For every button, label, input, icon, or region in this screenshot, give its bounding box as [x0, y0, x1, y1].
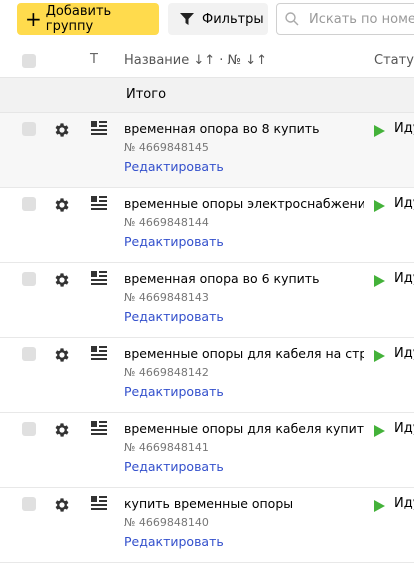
gear-icon[interactable]: [53, 496, 71, 514]
row-name: временная опора во 8 купить: [124, 121, 320, 136]
search-input[interactable]: Искать по номеру: [276, 3, 414, 35]
row-status: Иду: [394, 496, 414, 511]
play-status-icon: [374, 350, 385, 362]
row-name: временные опоры для кабеля на строй: [124, 346, 364, 361]
row-checkbox[interactable]: [22, 122, 36, 136]
list-icon[interactable]: [91, 121, 107, 135]
search-icon: [285, 12, 299, 26]
add-group-label: Добавить группу: [45, 4, 112, 34]
row-status: Иду: [394, 271, 414, 286]
toolbar: + Добавить группу Фильтры Искать по номе…: [0, 0, 414, 44]
total-row: Итого: [0, 78, 414, 113]
table-row: временные опоры для кабеля купить № 4669…: [0, 413, 414, 488]
select-all-checkbox[interactable]: [22, 54, 36, 68]
list-icon[interactable]: [91, 346, 107, 360]
row-checkbox[interactable]: [22, 497, 36, 511]
total-label: Итого: [126, 87, 167, 102]
gear-icon[interactable]: [53, 271, 71, 289]
table-row: временная опора во 6 купить № 4669848143…: [0, 263, 414, 338]
filters-label: Фильтры: [202, 11, 264, 27]
row-number: № 4669848140: [124, 516, 209, 529]
column-name-header[interactable]: Название ↓↑ · № ↓↑: [124, 53, 267, 68]
table-row: купить временные опоры № 4669848140 Реда…: [0, 488, 414, 563]
search-placeholder: Искать по номеру: [309, 11, 414, 27]
row-checkbox[interactable]: [22, 197, 36, 211]
row-number: № 4669848145: [124, 141, 209, 154]
play-status-icon: [374, 275, 385, 287]
gear-icon[interactable]: [53, 421, 71, 439]
filter-icon: [180, 13, 194, 25]
row-status: Иду: [394, 346, 414, 361]
play-status-icon: [374, 425, 385, 437]
table-row: временные опоры для кабеля на строй № 46…: [0, 338, 414, 413]
edit-link[interactable]: Редактировать: [124, 159, 224, 174]
edit-link[interactable]: Редактировать: [124, 234, 224, 249]
row-checkbox[interactable]: [22, 272, 36, 286]
edit-link[interactable]: Редактировать: [124, 534, 224, 549]
row-number: № 4669848142: [124, 366, 209, 379]
play-status-icon: [374, 200, 385, 212]
table-row: временные опоры электроснабжения № 46698…: [0, 188, 414, 263]
row-number: № 4669848141: [124, 441, 209, 454]
row-name: временная опора во 6 купить: [124, 271, 320, 286]
list-icon[interactable]: [91, 496, 107, 510]
edit-link[interactable]: Редактировать: [124, 459, 224, 474]
row-status: Иду: [394, 196, 414, 211]
column-status-header[interactable]: Статус: [374, 53, 414, 68]
edit-link[interactable]: Редактировать: [124, 384, 224, 399]
gear-icon[interactable]: [53, 196, 71, 214]
row-status: Иду: [394, 421, 414, 436]
edit-link[interactable]: Редактировать: [124, 309, 224, 324]
row-checkbox[interactable]: [22, 422, 36, 436]
table-row: временная опора во 8 купить № 4669848145…: [0, 113, 414, 188]
table-header: T Название ↓↑ · № ↓↑ Статус: [0, 44, 414, 78]
list-icon[interactable]: [91, 196, 107, 210]
gear-icon[interactable]: [53, 121, 71, 139]
filters-button[interactable]: Фильтры: [168, 3, 268, 35]
play-status-icon: [374, 125, 385, 137]
plus-icon: +: [25, 7, 42, 31]
row-checkbox[interactable]: [22, 347, 36, 361]
list-icon[interactable]: [91, 421, 107, 435]
play-status-icon: [374, 500, 385, 512]
row-status: Иду: [394, 121, 414, 136]
row-name: временные опоры для кабеля купить: [124, 421, 364, 436]
row-number: № 4669848144: [124, 216, 209, 229]
list-icon[interactable]: [91, 271, 107, 285]
column-type-header[interactable]: T: [90, 52, 98, 67]
row-name: временные опоры электроснабжения: [124, 196, 364, 211]
add-group-button[interactable]: + Добавить группу: [17, 3, 159, 35]
row-number: № 4669848143: [124, 291, 209, 304]
row-name: купить временные опоры: [124, 496, 294, 511]
gear-icon[interactable]: [53, 346, 71, 364]
